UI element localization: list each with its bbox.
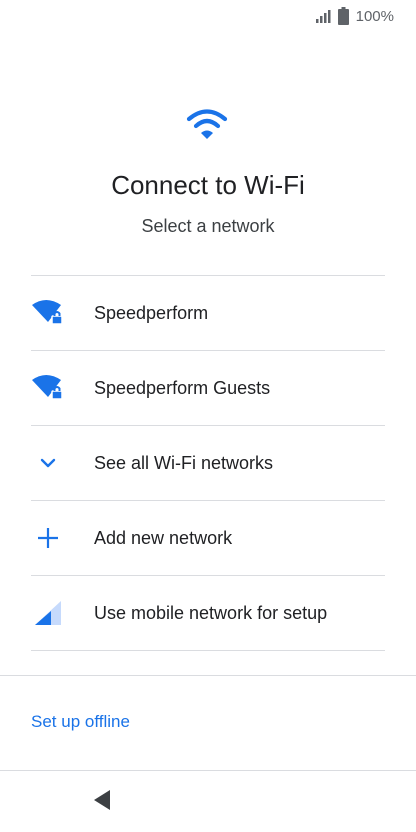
status-indicators: 100% [315, 7, 394, 25]
wifi-lock-icon [31, 298, 65, 328]
see-all-networks-label: See all Wi-Fi networks [94, 452, 274, 473]
page-subtitle: Select a network [141, 216, 275, 236]
page-title: Connect to Wi-Fi [111, 170, 305, 200]
network-item-speedperform[interactable]: Speedperform [31, 276, 385, 351]
see-all-networks-item[interactable]: See all Wi-Fi networks [31, 426, 385, 501]
add-new-network-item[interactable]: Add new network [31, 501, 385, 576]
cell-signal-icon [31, 598, 65, 628]
add-new-network-label: Add new network [94, 527, 233, 548]
status-bar: 100% [0, 0, 416, 34]
nav-divider [0, 770, 416, 771]
network-item-speedperform-guests[interactable]: Speedperform Guests [31, 351, 385, 426]
signal-icon [315, 9, 332, 23]
network-list: Speedperform Speedperform Guests See all… [31, 275, 385, 651]
set-up-offline-link[interactable]: Set up offline [31, 712, 130, 732]
use-mobile-network-item[interactable]: Use mobile network for setup [31, 576, 385, 651]
plus-icon [31, 523, 65, 553]
battery-icon [337, 7, 349, 25]
use-mobile-network-label: Use mobile network for setup [94, 602, 328, 623]
network-label: Speedperform Guests [94, 377, 271, 398]
back-icon [92, 789, 112, 816]
wifi-icon [186, 108, 228, 142]
chevron-down-icon [31, 448, 65, 478]
wifi-lock-icon [31, 373, 65, 403]
network-label: Speedperform [94, 302, 209, 323]
battery-percent: 100% [355, 7, 394, 25]
back-button[interactable] [88, 788, 116, 816]
divider [0, 675, 416, 676]
